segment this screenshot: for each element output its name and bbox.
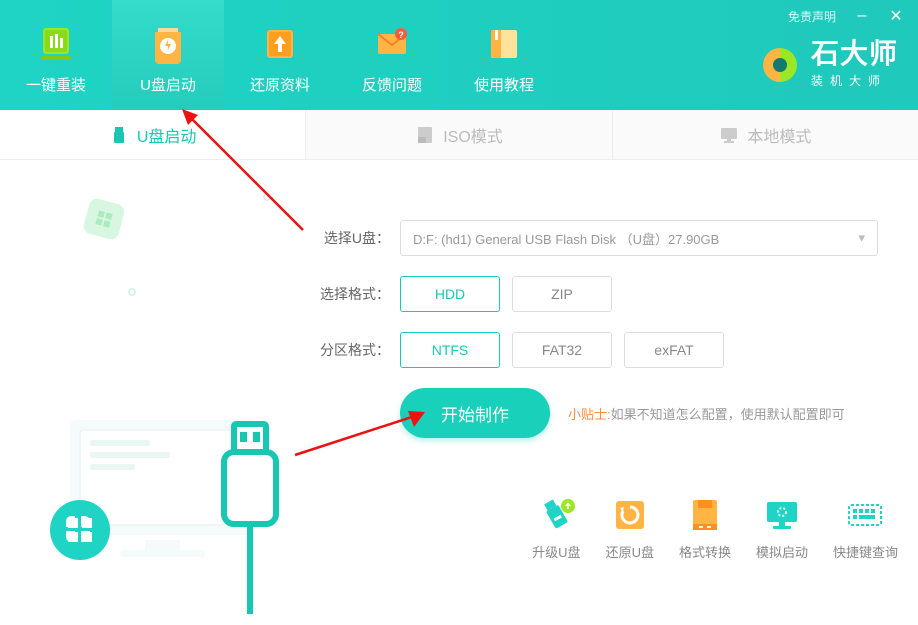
format-convert-icon: [684, 494, 726, 536]
nav-restore[interactable]: 还原资料: [224, 0, 336, 110]
tab-label: 本地模式: [747, 123, 811, 147]
brand-logo-icon: [759, 44, 801, 86]
upgrade-usb-button[interactable]: 升级U盘: [532, 494, 580, 561]
nav-label: 使用教程: [474, 74, 534, 95]
illustration-pane: [0, 160, 300, 520]
nav-tutorial[interactable]: 使用教程: [448, 0, 560, 110]
partition-ntfs-option[interactable]: NTFS: [400, 332, 500, 368]
restore-usb-button[interactable]: 还原U盘: [606, 494, 654, 561]
footer-tools: 升级U盘 还原U盘 格式转换 模拟启动 快捷键查询: [532, 494, 898, 561]
header: 一键重装 U盘启动 还原资料 ? 反馈问题 使用教程 免责声明 – ✕: [0, 0, 918, 110]
partition-label: 分区格式：: [320, 340, 390, 360]
usb-icon: [109, 125, 129, 145]
select-value: D:F: (hd1) General USB Flash Disk （U盘）27…: [413, 229, 719, 248]
reinstall-icon: [33, 20, 79, 66]
nav-usb-boot[interactable]: U盘启动: [112, 0, 224, 110]
config-form: 选择U盘： D:F: (hd1) General USB Flash Disk …: [300, 160, 918, 520]
restore-icon: [257, 20, 303, 66]
footer-label: 快捷键查询: [833, 542, 898, 561]
local-icon: [719, 125, 739, 145]
format-label: 选择格式：: [320, 284, 390, 304]
format-hdd-option[interactable]: HDD: [400, 276, 500, 312]
shortcut-query-button[interactable]: 快捷键查询: [833, 494, 898, 561]
disclaimer-link[interactable]: 免责声明: [788, 8, 836, 25]
simulate-boot-button[interactable]: 模拟启动: [756, 494, 808, 561]
nav-reinstall[interactable]: 一键重装: [0, 0, 112, 110]
usb-boot-icon: [145, 20, 191, 66]
select-usb-label: 选择U盘：: [320, 228, 390, 248]
tab-usb-boot[interactable]: U盘启动: [0, 110, 305, 159]
close-button[interactable]: ✕: [888, 6, 904, 26]
brand-subtitle: 装机大师: [811, 72, 898, 89]
partition-exfat-option[interactable]: exFAT: [624, 332, 724, 368]
restore-usb-icon: [609, 494, 651, 536]
nav-feedback[interactable]: ? 反馈问题: [336, 0, 448, 110]
start-button[interactable]: 开始制作: [400, 388, 550, 438]
simulate-boot-icon: [761, 494, 803, 536]
upgrade-usb-icon: [535, 494, 577, 536]
format-convert-button[interactable]: 格式转换: [679, 494, 731, 561]
feedback-icon: ?: [369, 20, 415, 66]
svg-text:?: ?: [398, 30, 404, 40]
tutorial-icon: [481, 20, 527, 66]
partition-fat32-option[interactable]: FAT32: [512, 332, 612, 368]
tab-label: U盘启动: [137, 123, 197, 147]
footer-label: 升级U盘: [532, 542, 580, 561]
usb-disk-select[interactable]: D:F: (hd1) General USB Flash Disk （U盘）27…: [400, 220, 878, 256]
footer-label: 模拟启动: [756, 542, 808, 561]
footer-label: 还原U盘: [606, 542, 654, 561]
brand: 石大师 装机大师: [759, 40, 918, 89]
shortcut-query-icon: [844, 494, 886, 536]
minimize-button[interactable]: –: [854, 7, 870, 25]
window-controls: 免责声明 – ✕: [774, 0, 918, 32]
brand-title: 石大师: [811, 40, 898, 68]
mode-tabs: U盘启动 ISO模式 本地模式: [0, 110, 918, 160]
nav-label: 反馈问题: [362, 74, 422, 95]
tip-text: 小贴士:如果不知道怎么配置，使用默认配置即可: [568, 404, 845, 423]
tab-label: ISO模式: [443, 123, 503, 147]
iso-icon: [415, 125, 435, 145]
chevron-down-icon: ▾: [858, 230, 865, 246]
footer-label: 格式转换: [679, 542, 731, 561]
nav-label: U盘启动: [140, 74, 196, 95]
nav-label: 还原资料: [250, 74, 310, 95]
tab-local[interactable]: 本地模式: [612, 110, 918, 159]
tab-iso[interactable]: ISO模式: [305, 110, 611, 159]
nav-label: 一键重装: [26, 74, 86, 95]
format-zip-option[interactable]: ZIP: [512, 276, 612, 312]
